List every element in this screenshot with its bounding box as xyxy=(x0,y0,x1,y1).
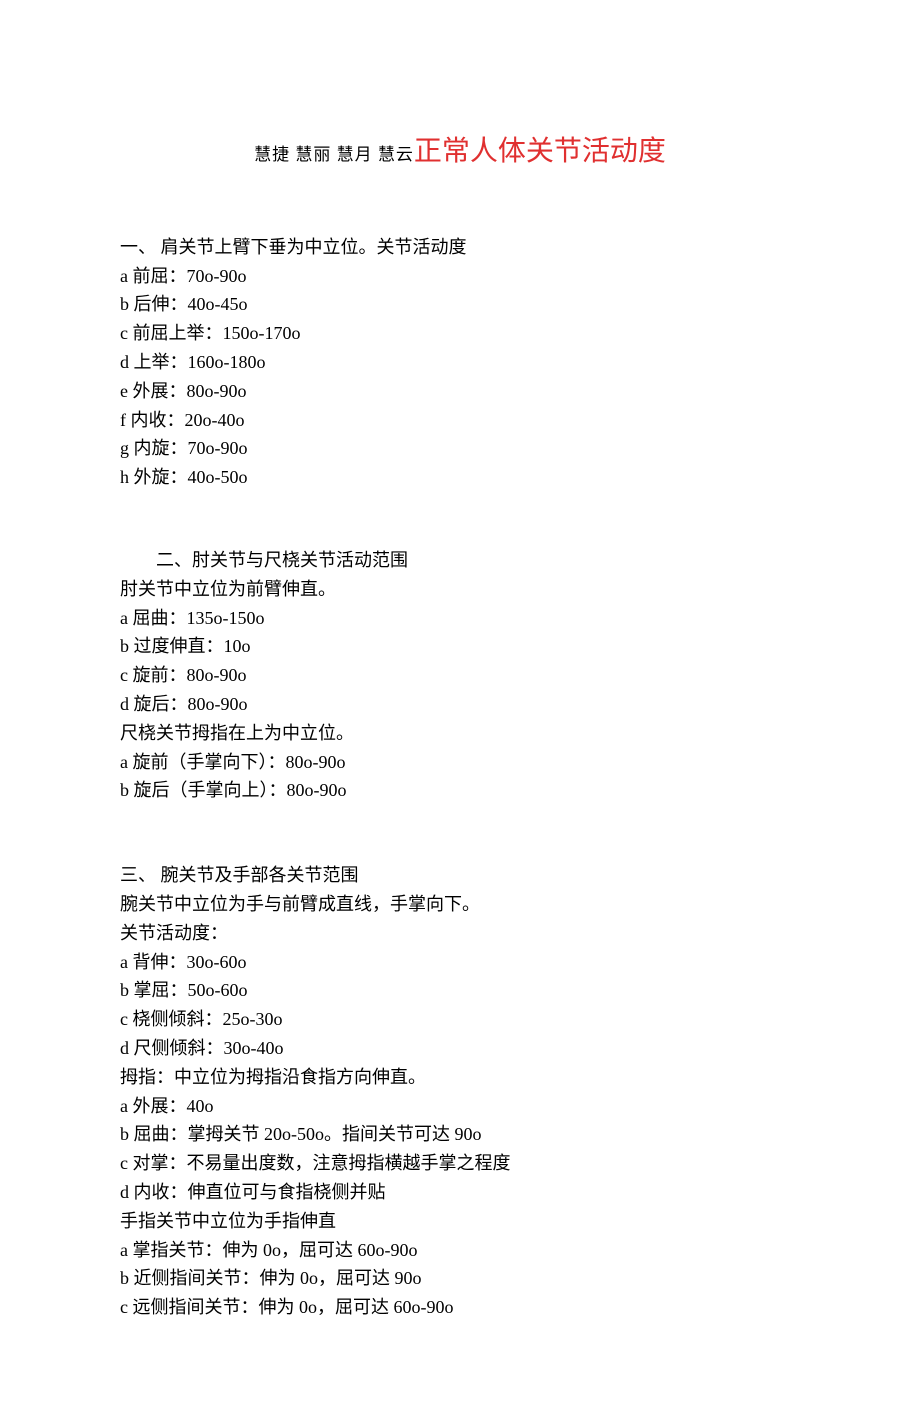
body-text: 关节活动度： xyxy=(120,919,800,948)
list-item: a 掌指关节：伸为 0o，屈可达 60o-90o xyxy=(120,1236,800,1265)
list-item: c 桡侧倾斜：25o-30o xyxy=(120,1005,800,1034)
list-item: a 前屈：70o-90o xyxy=(120,262,800,291)
list-item: d 旋后：80o-90o xyxy=(120,690,800,719)
list-item: d 尺侧倾斜：30o-40o xyxy=(120,1034,800,1063)
list-item: a 外展：40o xyxy=(120,1092,800,1121)
list-item: d 上举：160o-180o xyxy=(120,348,800,377)
list-item: c 对掌：不易量出度数，注意拇指横越手掌之程度 xyxy=(120,1149,800,1178)
section-2-heading: 二、肘关节与尺桡关节活动范围 xyxy=(120,546,800,575)
section-1-heading: 一、 肩关节上臂下垂为中立位。关节活动度 xyxy=(120,233,800,262)
body-text: 腕关节中立位为手与前臂成直线，手掌向下。 xyxy=(120,890,800,919)
list-item: f 内收：20o-40o xyxy=(120,406,800,435)
list-item: b 过度伸直：10o xyxy=(120,632,800,661)
list-item: h 外旋：40o-50o xyxy=(120,463,800,492)
body-text: 拇指：中立位为拇指沿食指方向伸直。 xyxy=(120,1063,800,1092)
list-item: b 后伸：40o-45o xyxy=(120,290,800,319)
document-page: 慧捷 慧丽 慧月 慧云正常人体关节活动度 一、 肩关节上臂下垂为中立位。关节活动… xyxy=(0,0,920,1410)
list-item: b 近侧指间关节：伸为 0o，屈可达 90o xyxy=(120,1264,800,1293)
list-item: b 屈曲：掌拇关节 20o-50o。指间关节可达 90o xyxy=(120,1120,800,1149)
section-1: 一、 肩关节上臂下垂为中立位。关节活动度 a 前屈：70o-90o b 后伸：4… xyxy=(120,233,800,492)
body-text: 手指关节中立位为手指伸直 xyxy=(120,1207,800,1236)
list-item: b 掌屈：50o-60o xyxy=(120,976,800,1005)
list-item: a 背伸：30o-60o xyxy=(120,948,800,977)
title-prefix: 慧捷 慧丽 慧月 慧云 xyxy=(254,145,414,164)
list-item: d 内收：伸直位可与食指桡侧并贴 xyxy=(120,1178,800,1207)
list-item: c 远侧指间关节：伸为 0o，屈可达 60o-90o xyxy=(120,1293,800,1322)
list-item: a 旋前（手掌向下）：80o-90o xyxy=(120,748,800,777)
list-item: b 旋后（手掌向上）：80o-90o xyxy=(120,776,800,805)
list-item: c 旋前：80o-90o xyxy=(120,661,800,690)
title-main: 正常人体关节活动度 xyxy=(414,136,666,167)
body-text: 肘关节中立位为前臂伸直。 xyxy=(120,575,800,604)
list-item: c 前屈上举：150o-170o xyxy=(120,319,800,348)
body-text: 尺桡关节拇指在上为中立位。 xyxy=(120,719,800,748)
title-line: 慧捷 慧丽 慧月 慧云正常人体关节活动度 xyxy=(120,130,800,175)
section-3-heading: 三、 腕关节及手部各关节范围 xyxy=(120,861,800,890)
list-item: e 外展：80o-90o xyxy=(120,377,800,406)
section-2: 二、肘关节与尺桡关节活动范围 肘关节中立位为前臂伸直。 a 屈曲：135o-15… xyxy=(120,546,800,805)
section-3: 三、 腕关节及手部各关节范围 腕关节中立位为手与前臂成直线，手掌向下。 关节活动… xyxy=(120,861,800,1322)
list-item: a 屈曲：135o-150o xyxy=(120,604,800,633)
list-item: g 内旋：70o-90o xyxy=(120,434,800,463)
